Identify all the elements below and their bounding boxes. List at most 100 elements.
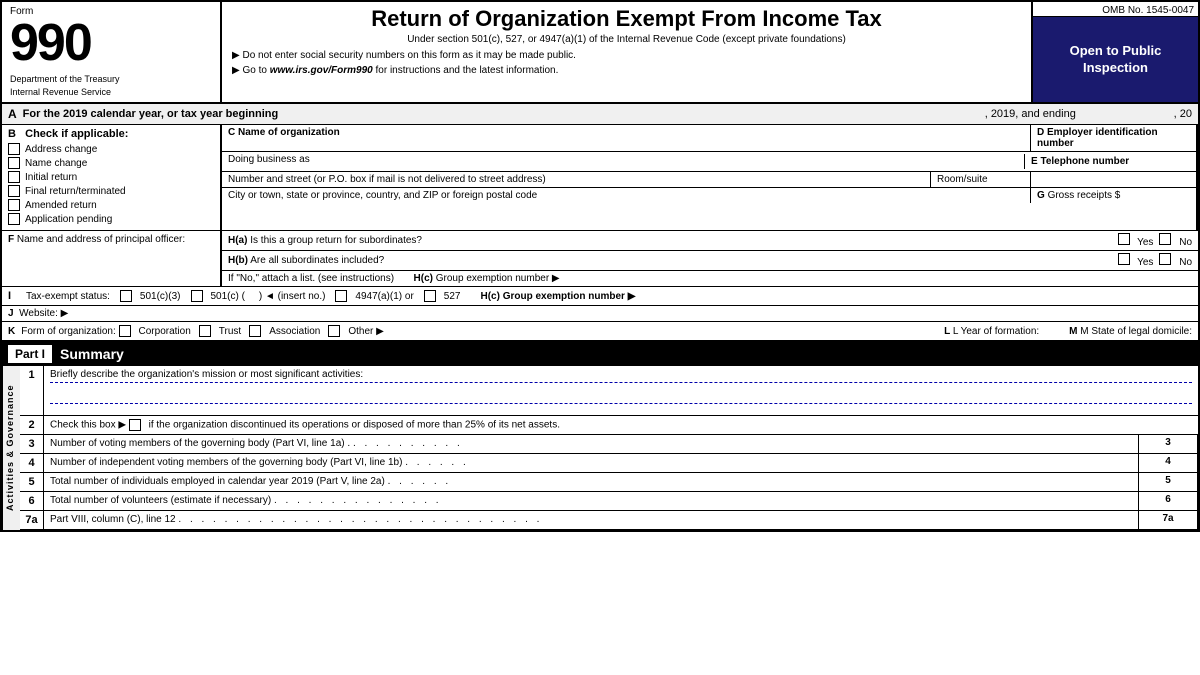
hb-row: H(b) Are all subordinates included? Yes … <box>222 251 1198 271</box>
checkbox-other[interactable] <box>328 325 340 337</box>
form-990-number: 990 <box>10 14 91 72</box>
checkbox-name-change[interactable] <box>8 157 20 169</box>
row5-dots: . . . . . . <box>388 476 452 487</box>
checkbox-row2[interactable] <box>129 419 141 431</box>
m-label: M M State of legal domicile: <box>1069 326 1192 337</box>
l-label: L L Year of formation: <box>944 326 1039 337</box>
row3-number: 3 <box>1138 435 1198 453</box>
checkbox-hb-yes[interactable] <box>1118 253 1130 265</box>
checkbox-4947[interactable] <box>335 290 347 302</box>
f-label: F <box>8 234 17 245</box>
hb-no: No <box>1159 253 1192 268</box>
row-content-3: Number of voting members of the governin… <box>44 435 1138 453</box>
checkbox-app-pending[interactable] <box>8 213 20 225</box>
summary-row-2: 2 Check this box ▶ if the organization d… <box>20 416 1198 435</box>
section-j-row: J Website: ▶ <box>2 306 1198 322</box>
k-text: Form of organization: <box>21 326 116 337</box>
omb-block: OMB No. 1545-0047 Open to Public Inspect… <box>1033 2 1198 102</box>
label-final-return: Final return/terminated <box>25 186 126 197</box>
dba-row: Doing business as <box>228 154 1025 169</box>
checkbox-address-change[interactable] <box>8 143 20 155</box>
c-name-label: Name of organization <box>238 127 340 138</box>
row7a-text: Part VIII, column (C), line 12 <box>50 514 176 525</box>
check-label: Check if applicable: <box>25 128 128 140</box>
check-final-return: Final return/terminated <box>8 185 214 197</box>
k-label: K <box>8 326 15 337</box>
ha-no: No <box>1159 233 1192 248</box>
g-cell: G Gross receipts $ <box>1031 188 1196 203</box>
fh-row: F Name and address of principal officer:… <box>2 231 1198 287</box>
row-content-7a: Part VIII, column (C), line 12 . . . . .… <box>44 511 1138 529</box>
checkbox-501c[interactable] <box>191 290 203 302</box>
row5-number: 5 <box>1138 473 1198 491</box>
checkbox-initial-return[interactable] <box>8 171 20 183</box>
checkbox-ha-no[interactable] <box>1159 233 1171 245</box>
header-main: Return of Organization Exempt From Incom… <box>222 2 1033 102</box>
summary-row-4: 4 Number of independent voting members o… <box>20 454 1198 473</box>
e-text: Telephone number <box>1040 156 1129 167</box>
header-section: Form 990 Department of the Treasury Inte… <box>2 2 1198 104</box>
k-other: Other ▶ <box>328 325 383 337</box>
label-name-change: Name change <box>25 158 87 169</box>
tax-527: 527 <box>424 290 461 302</box>
year-end: , 20 <box>1174 108 1192 120</box>
side-label-activities: Activities & Governance <box>2 366 20 530</box>
row-num-3: 3 <box>20 435 44 453</box>
checkbox-527[interactable] <box>424 290 436 302</box>
e-value-cell <box>1031 172 1196 187</box>
d-label: D Employer identification number <box>1031 125 1196 151</box>
checkbox-final-return[interactable] <box>8 185 20 197</box>
checkbox-hb-no[interactable] <box>1159 253 1171 265</box>
row4-number: 4 <box>1138 454 1198 472</box>
check-amended: Amended return <box>8 199 214 211</box>
row-num-5: 5 <box>20 473 44 491</box>
city-label-cell: City or town, state or province, country… <box>222 188 1031 203</box>
row4-text: Number of independent voting members of … <box>50 457 402 468</box>
label-other: Other ▶ <box>348 326 383 337</box>
label-4947: 4947(a)(1) or <box>355 291 413 302</box>
row3-text: Number of voting members of the governin… <box>50 438 350 449</box>
hb-label: H(b) Are all subordinates included? <box>228 255 384 266</box>
j-label: J <box>8 308 14 319</box>
hc-text: Group exemption number ▶ <box>436 273 560 284</box>
checkbox-trust[interactable] <box>199 325 211 337</box>
g-text: Gross receipts $ <box>1048 190 1121 201</box>
summary-row-6: 6 Total number of volunteers (estimate i… <box>20 492 1198 511</box>
year-fields: , 2019, and ending , 20 <box>985 108 1192 120</box>
bcd-row: B Check if applicable: Address change Na… <box>2 125 1198 231</box>
c-label: C <box>228 127 235 138</box>
section-f: F Name and address of principal officer: <box>2 231 222 286</box>
summary-row-1: 1 Briefly describe the organization's mi… <box>20 366 1198 416</box>
hb-yes: Yes <box>1118 253 1154 268</box>
check-name-change: Name change <box>8 157 214 169</box>
d-text: Employer identification number <box>1037 127 1158 149</box>
checkbox-association[interactable] <box>249 325 261 337</box>
row-content-2: Check this box ▶ if the organization dis… <box>44 416 1198 434</box>
dashed-line-1a <box>50 382 1192 383</box>
checkbox-corporation[interactable] <box>119 325 131 337</box>
ha-row: H(a) Is this a group return for subordin… <box>222 231 1198 251</box>
label-trust: Trust <box>219 326 241 337</box>
label-association: Association <box>269 326 320 337</box>
checkbox-ha-yes[interactable] <box>1118 233 1130 245</box>
row-num-2: 2 <box>20 416 44 434</box>
checkbox-amended[interactable] <box>8 199 20 211</box>
bullet1: ▶ Do not enter social security numbers o… <box>232 48 1021 63</box>
year-2019: , 2019, and ending <box>985 108 1076 120</box>
row7a-dots: . . . . . . . . . . . . . . . . . . . . … <box>178 514 542 525</box>
checkbox-501c3[interactable] <box>120 290 132 302</box>
bullet2: ▶ Go to www.irs.gov/Form990 for instruct… <box>232 63 1021 78</box>
row2-text: Check this box ▶ <box>50 420 129 431</box>
room-label-cell: Room/suite <box>931 172 1031 187</box>
room-label: Room/suite <box>937 174 988 185</box>
dept-info: Department of the Treasury Internal Reve… <box>10 73 212 98</box>
row6-number: 6 <box>1138 492 1198 510</box>
row-num-6: 6 <box>20 492 44 510</box>
hc-label: H(c) <box>414 273 433 284</box>
check-app-pending: Application pending <box>8 213 214 225</box>
row6-dots: . . . . . . . . . . . . . . . <box>274 495 442 506</box>
summary-row-3: 3 Number of voting members of the govern… <box>20 435 1198 454</box>
label-501c3: 501(c)(3) <box>140 291 181 302</box>
l-text: L Year of formation: <box>953 326 1039 337</box>
part-title: Summary <box>60 346 124 362</box>
